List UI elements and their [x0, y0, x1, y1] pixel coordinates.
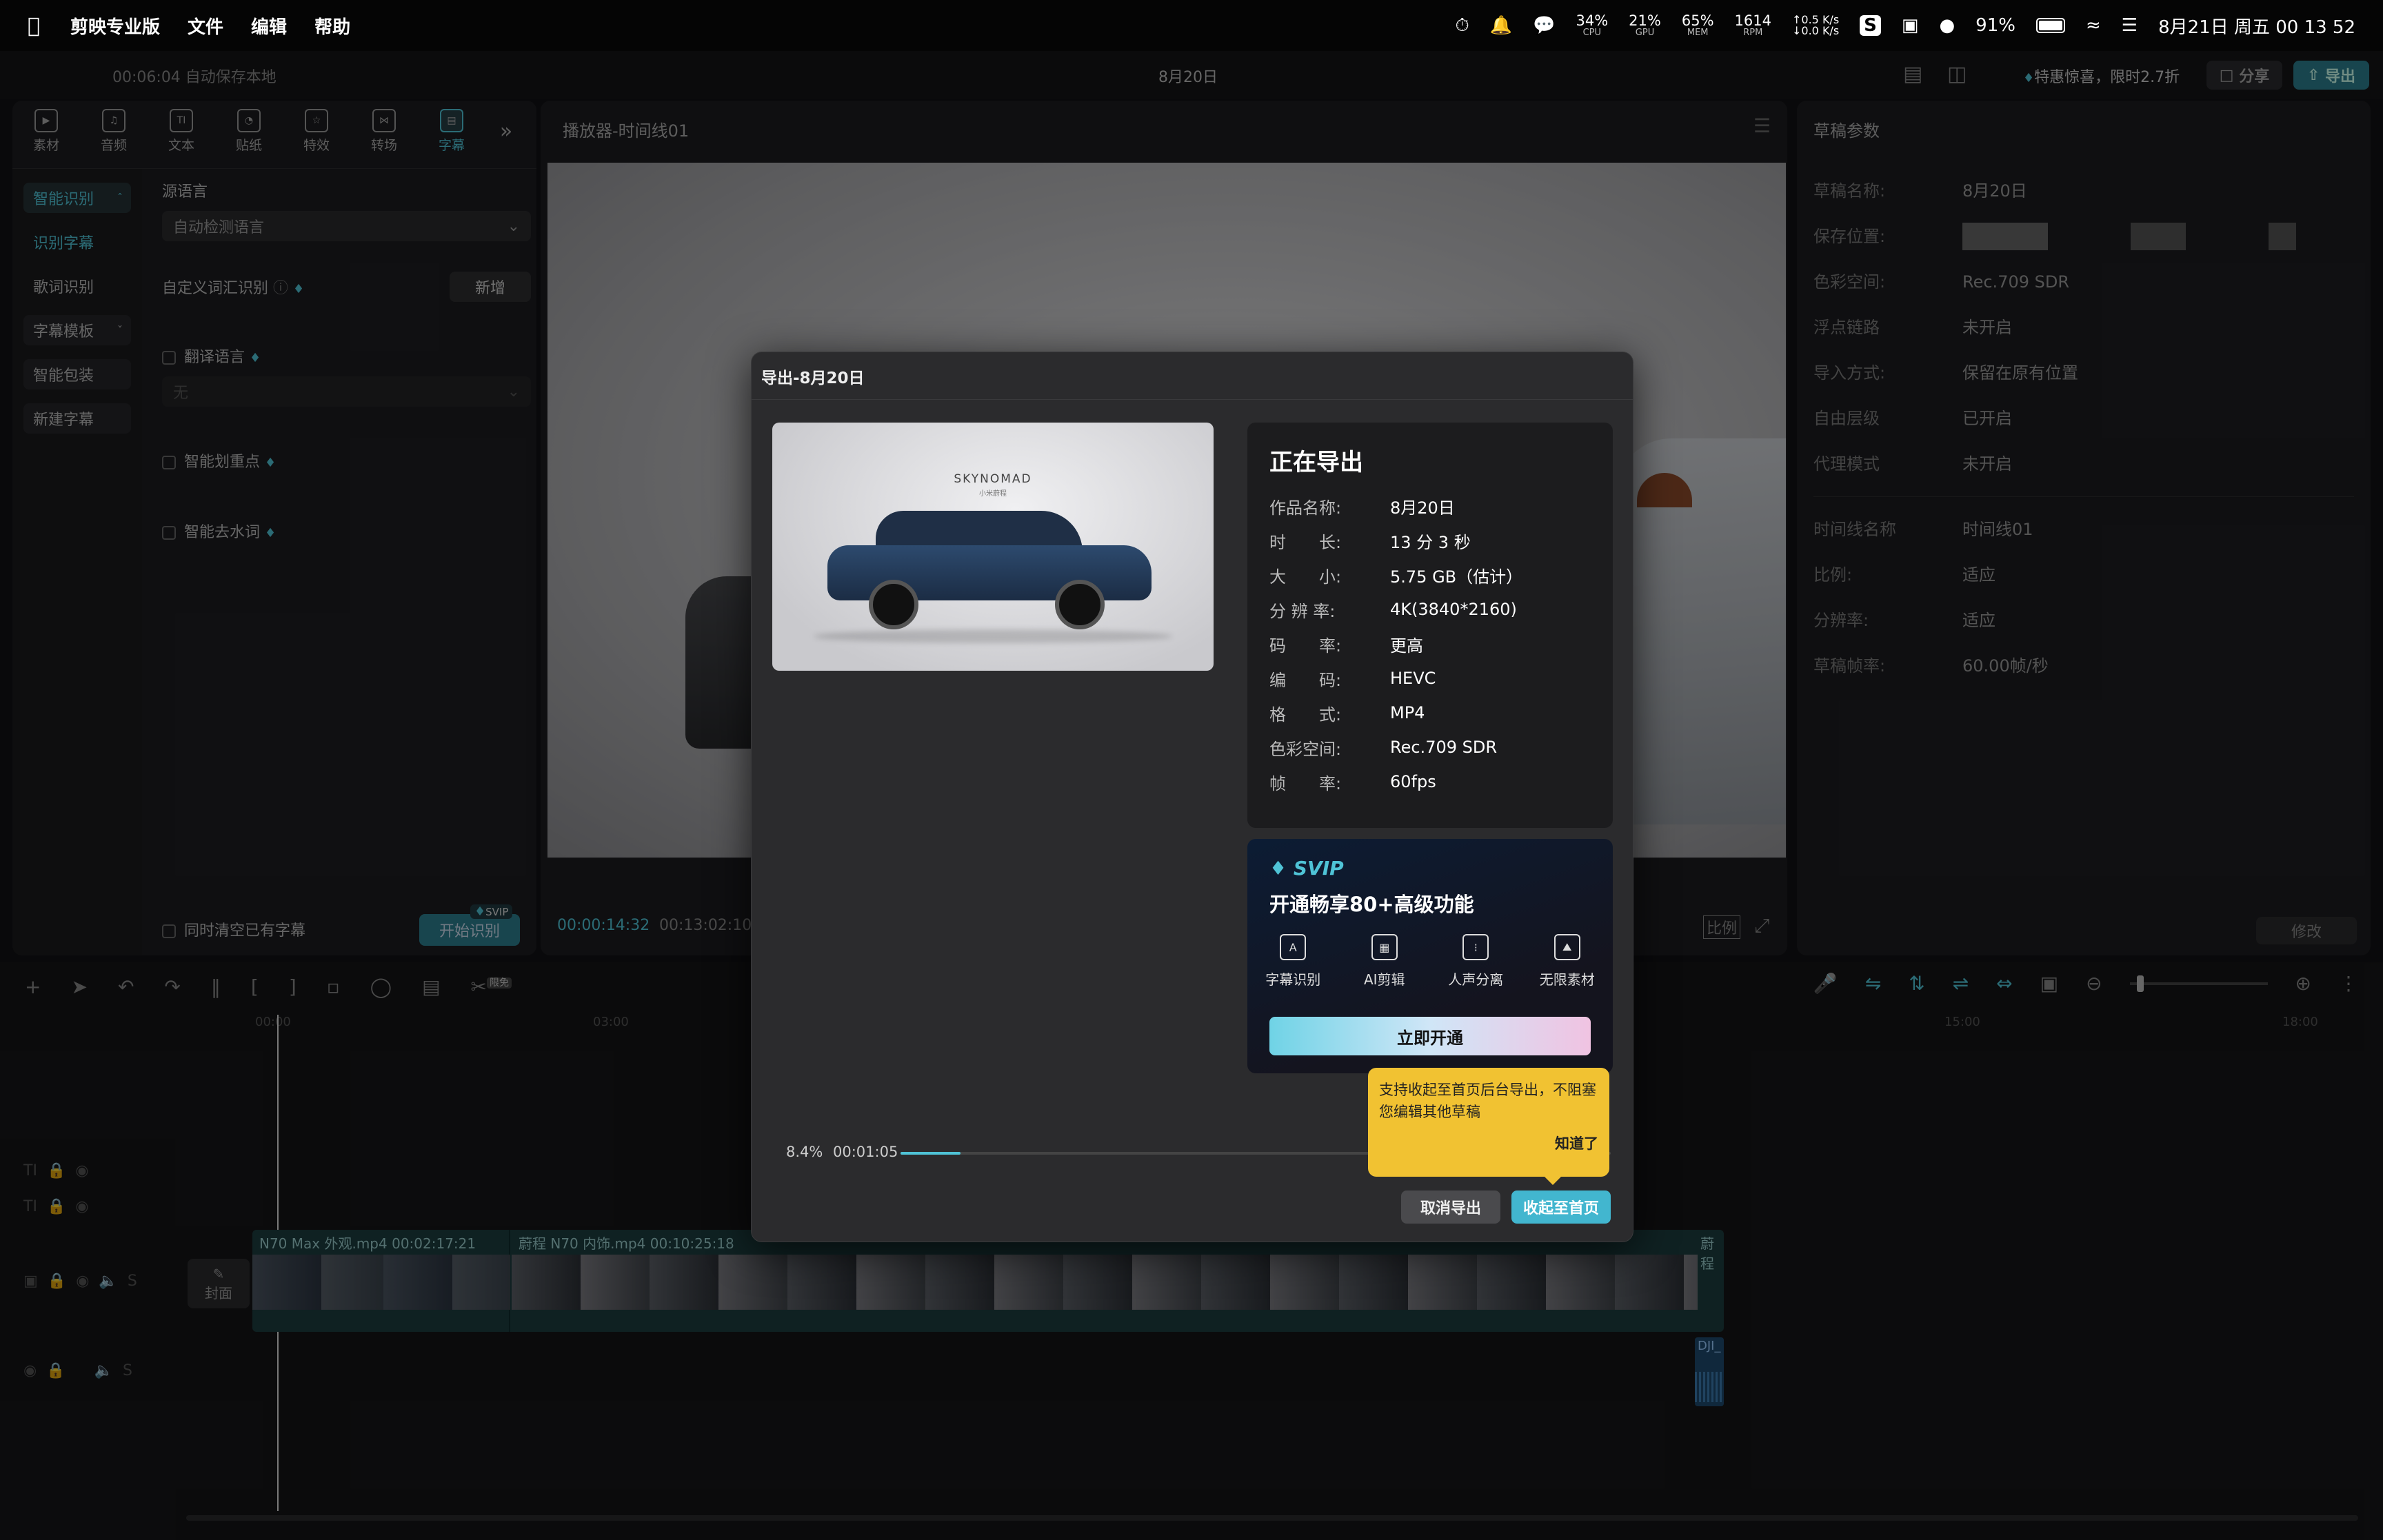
car-image: [827, 511, 1152, 629]
network-stat[interactable]: ↑0.5 K/s ↓0.0 K/s: [1792, 14, 1839, 37]
export-dialog-title: 导出-8月20日: [761, 369, 865, 387]
wifi-icon[interactable]: ≈: [2086, 15, 2101, 36]
info-row: 色彩空间: Rec.709 SDR: [1269, 738, 1498, 759]
export-status-title: 正在导出: [1269, 449, 1363, 476]
svip-logo: ♦ SVIP: [1269, 857, 1344, 880]
export-dialog: 导出-8月20日 SKYNOMAD 小米蔚程 正在导出 作品名称: 8月20日 时…: [751, 352, 1633, 1242]
mem-stat[interactable]: 65% MEM: [1682, 14, 1714, 38]
cancel-export-button[interactable]: 取消导出: [1401, 1191, 1500, 1224]
info-row: 码 率: 更高: [1269, 636, 1423, 656]
battery-percent[interactable]: 91%: [1975, 15, 2015, 36]
apple-icon[interactable]: : [28, 14, 40, 38]
app-window: { "menubar": { "app_name": "剪映专业版", "men…: [0, 0, 2383, 1540]
info-row: 分 辨 率: 4K(3840*2160): [1269, 600, 1517, 621]
clock-icon[interactable]: ⏱: [1455, 15, 1469, 37]
menu-file[interactable]: 文件: [188, 13, 223, 39]
svip-feature: ▦ AI剪辑: [1339, 934, 1430, 989]
cpu-stat[interactable]: 34% CPU: [1576, 14, 1608, 38]
divider: [752, 399, 1633, 400]
tooltip-arrow: [1545, 1177, 1561, 1185]
info-row: 格 式: MP4: [1269, 703, 1425, 725]
menubar-datetime[interactable]: 8月21日 周五 00 13 52: [2158, 13, 2355, 39]
sogou-input-icon[interactable]: S: [1860, 15, 1881, 36]
info-row: 作品名称: 8月20日: [1269, 498, 1455, 518]
export-thumbnail: SKYNOMAD 小米蔚程: [772, 423, 1214, 671]
app-name-menu[interactable]: 剪映专业版: [70, 13, 160, 39]
info-row: 时 长: 13 分 3 秒: [1269, 532, 1471, 552]
caption-recognition-icon: A: [1280, 934, 1307, 960]
notification-icon[interactable]: 🔔: [1490, 15, 1512, 36]
export-progress-fill: [901, 1152, 961, 1155]
export-info-list: 作品名称: 8月20日 时 长: 13 分 3 秒 大 小: 5.75 GB（估计） …: [1269, 489, 1522, 799]
tooltip-ack-button[interactable]: 知道了: [1379, 1133, 1598, 1153]
svip-feature: A 字幕识别: [1247, 934, 1338, 989]
vocal-separation-icon: ⁝: [1462, 934, 1489, 960]
export-elapsed-time: 00:01:05: [833, 1144, 898, 1160]
thumbnail-brand: SKYNOMAD: [954, 472, 1032, 486]
info-row: 帧 率: 60fps: [1269, 772, 1436, 793]
menu-edit[interactable]: 编辑: [251, 13, 287, 39]
svip-feature: ⛰ 无限素材: [1522, 934, 1613, 989]
gpu-stat[interactable]: 21% GPU: [1629, 14, 1661, 38]
control-icon[interactable]: ●: [1939, 15, 1955, 36]
menubar-status-area: ⏱ 🔔 💬 34% CPU 21% GPU 65% MEM 1614 RPM ↑0.5 …: [1455, 0, 2355, 51]
info-row: 编 码: HEVC: [1269, 669, 1436, 690]
svip-headline: 开通畅享80+高级功能: [1269, 893, 1474, 916]
menu-bar:  剪映专业版 文件 编辑 帮助 ⏱ 🔔 💬 34%CPU 21%GPU 65%…: [0, 0, 2383, 51]
svip-feature: ⁝ 人声分离: [1430, 934, 1521, 989]
menu-help[interactable]: 帮助: [314, 13, 350, 39]
svip-features: A 字幕识别 ▦ AI剪辑 ⁝ 人声分离 ⛰ 无限素材: [1247, 934, 1613, 989]
thumbnail-brand-sub: 小米蔚程: [979, 490, 1007, 498]
unlimited-media-icon: ⛰: [1554, 934, 1580, 960]
minimize-to-home-button[interactable]: 收起至首页: [1511, 1191, 1611, 1224]
info-row: 大 小: 5.75 GB（估计）: [1269, 567, 1523, 587]
svip-promo-card: ♦ SVIP 开通畅享80+高级功能 A 字幕识别 ▦ AI剪辑 ⁝ 人声分离 ⛰ 无限…: [1247, 839, 1613, 1073]
battery-icon[interactable]: [2035, 18, 2065, 33]
export-info-card: 正在导出 作品名称: 8月20日 时 长: 13 分 3 秒 大 小: 5.75 GB…: [1247, 423, 1613, 828]
export-progress-percent: 8.4%: [786, 1144, 823, 1160]
wechat-icon[interactable]: 💬: [1533, 15, 1555, 36]
tooltip-text: 支持收起至首页后台导出，不阻塞您编辑其他草稿: [1379, 1082, 1596, 1120]
ai-edit-icon: ▦: [1371, 934, 1398, 960]
background-export-tooltip: 支持收起至首页后台导出，不阻塞您编辑其他草稿 知道了: [1368, 1068, 1609, 1185]
display-icon[interactable]: ▣: [1902, 15, 1919, 36]
diamond-icon: ♦: [1269, 857, 1287, 880]
svip-subscribe-button[interactable]: 立即开通: [1269, 1017, 1591, 1055]
control-center-icon[interactable]: ☰: [2122, 15, 2138, 36]
rpm-stat[interactable]: 1614 RPM: [1735, 14, 1771, 38]
